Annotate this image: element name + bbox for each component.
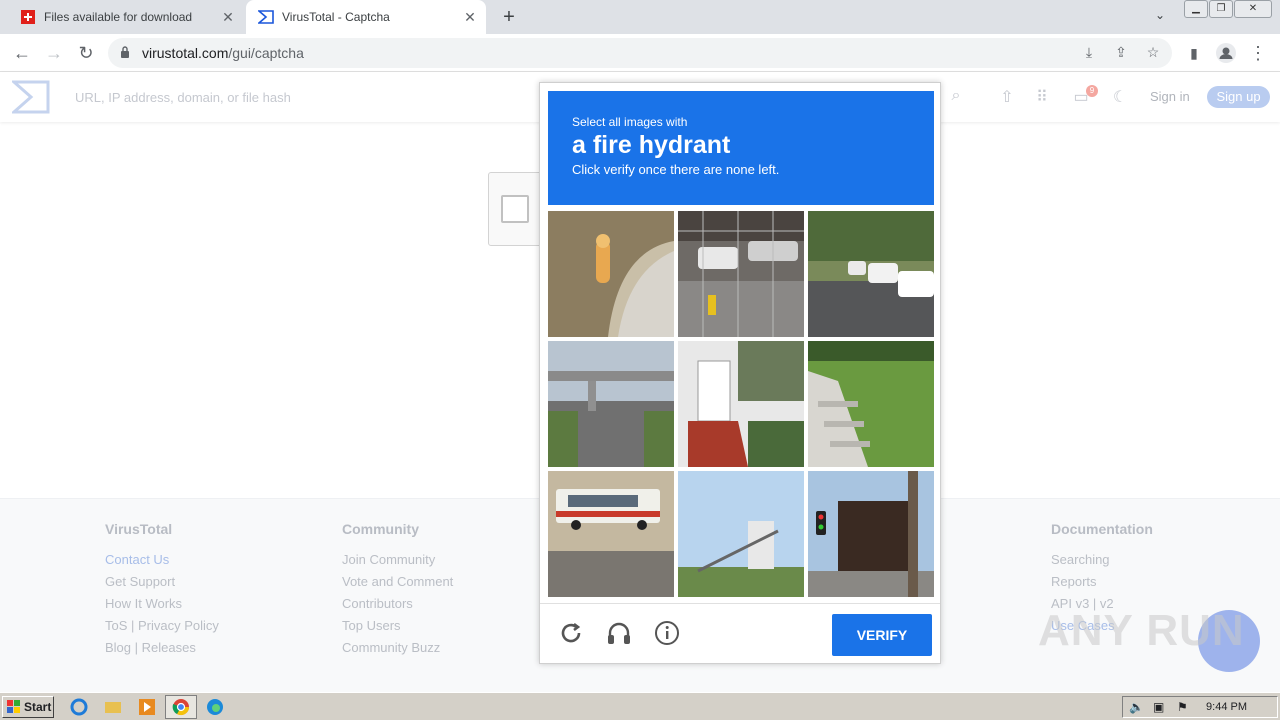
- search-input[interactable]: URL, IP address, domain, or file hash: [75, 90, 291, 105]
- edge-icon[interactable]: [206, 698, 224, 716]
- footer-link[interactable]: Searching: [1051, 549, 1153, 571]
- browser-toolbar: ← → ↻ virustotal.com/gui/captcha ⤓ ⇪ ☆ ▮…: [0, 34, 1280, 72]
- footer-link[interactable]: Join Community: [342, 549, 453, 571]
- sidepanel-icon[interactable]: ▮: [1182, 41, 1206, 65]
- recaptcha-checkbox-frame: [488, 172, 542, 246]
- tab-virustotal[interactable]: VirusTotal - Captcha ✕: [246, 0, 486, 34]
- close-window-button[interactable]: ✕: [1234, 0, 1272, 18]
- tab-strip: Files available for download ✕ VirusTota…: [0, 0, 1280, 34]
- start-label: Start: [24, 700, 52, 714]
- footer-link[interactable]: Top Users: [342, 615, 453, 637]
- captcha-tile-9[interactable]: [808, 471, 934, 597]
- swiss-flag-icon: [20, 9, 36, 25]
- footer-link[interactable]: Vote and Comment: [342, 571, 453, 593]
- footer-link[interactable]: Blog | Releases: [105, 637, 219, 659]
- profile-icon[interactable]: [1214, 41, 1238, 65]
- apps-grid-icon[interactable]: ⠿: [1032, 87, 1052, 107]
- share-icon[interactable]: ⇪: [1112, 44, 1130, 62]
- tile-image: [678, 341, 804, 467]
- media-player-icon[interactable]: [138, 698, 156, 716]
- captcha-tile-6[interactable]: [808, 341, 934, 467]
- tile-image: [808, 341, 934, 467]
- anyrun-watermark: ANY RUN: [1038, 606, 1245, 655]
- audio-challenge-icon[interactable]: [604, 618, 634, 648]
- start-button[interactable]: Start: [2, 696, 54, 718]
- captcha-tile-8[interactable]: [678, 471, 804, 597]
- chrome-icon: [172, 699, 190, 716]
- close-tab-icon[interactable]: ✕: [218, 9, 238, 26]
- volume-icon[interactable]: 🔈: [1129, 700, 1144, 714]
- footer-link[interactable]: ToS | Privacy Policy: [105, 615, 219, 637]
- system-tray: 🔈 ▣ ⚑ 9:44 PM: [1122, 696, 1278, 718]
- url-text: virustotal.com/gui/captcha: [142, 45, 304, 61]
- notification-badge: 9: [1086, 85, 1098, 97]
- tile-image: [808, 211, 934, 337]
- challenge-footer: VERIFY: [540, 603, 940, 663]
- tile-image: [548, 341, 674, 467]
- menu-dots-icon[interactable]: ⋮: [1246, 41, 1270, 65]
- challenge-header: Select all images with a fire hydrant Cl…: [548, 91, 934, 205]
- minimize-button[interactable]: ▁: [1184, 0, 1208, 18]
- footer-heading: VirusTotal: [105, 521, 173, 537]
- signup-button[interactable]: Sign up: [1207, 86, 1270, 108]
- footer-col-community: Community Join Community Vote and Commen…: [342, 521, 453, 659]
- network-icon[interactable]: ▣: [1153, 700, 1164, 714]
- footer-link[interactable]: How It Works: [105, 593, 219, 615]
- folder-icon[interactable]: [104, 698, 122, 716]
- tab-title: Files available for download: [44, 10, 193, 24]
- footer-link[interactable]: Get Support: [105, 571, 219, 593]
- back-arrow-icon[interactable]: ←: [10, 41, 34, 65]
- verify-button[interactable]: VERIFY: [832, 614, 932, 656]
- tile-image: [808, 471, 934, 597]
- tab-title: VirusTotal - Captcha: [282, 10, 390, 24]
- upload-icon[interactable]: ⇧: [997, 87, 1017, 107]
- flag-icon[interactable]: ⚑: [1177, 700, 1188, 714]
- install-icon[interactable]: ⤓: [1080, 44, 1098, 62]
- footer-heading: Community: [342, 521, 419, 537]
- captcha-tile-4[interactable]: [548, 341, 674, 467]
- footer-col-virustotal: VirusTotal Contact Us Get Support How It…: [105, 521, 219, 659]
- taskbar: Start 🔈 ▣ ⚑ 9:44 PM: [0, 692, 1280, 720]
- footer-link[interactable]: Contributors: [342, 593, 453, 615]
- challenge-instruction: Select all images with: [572, 115, 688, 129]
- captcha-tile-3[interactable]: [808, 211, 934, 337]
- virustotal-icon: [258, 9, 274, 25]
- forward-arrow-icon[interactable]: →: [42, 41, 66, 65]
- chrome-taskbar-button[interactable]: [165, 695, 197, 719]
- bookmark-star-icon[interactable]: ☆: [1144, 44, 1162, 62]
- captcha-tile-5[interactable]: [678, 341, 804, 467]
- ie-icon[interactable]: [70, 698, 88, 716]
- restore-button[interactable]: ❐: [1209, 0, 1233, 18]
- captcha-challenge: Select all images with a fire hydrant Cl…: [539, 82, 941, 664]
- captcha-tile-7[interactable]: [548, 471, 674, 597]
- info-icon[interactable]: [652, 618, 682, 648]
- captcha-tile-2[interactable]: [678, 211, 804, 337]
- chevron-down-icon[interactable]: ⌄: [1150, 8, 1170, 26]
- tile-image: [548, 211, 674, 337]
- challenge-target: a fire hydrant: [572, 131, 731, 159]
- tile-image: [548, 471, 674, 597]
- dark-mode-icon[interactable]: ☾: [1110, 87, 1130, 107]
- footer-link[interactable]: Contact Us: [105, 549, 219, 571]
- recaptcha-checkbox[interactable]: [501, 195, 529, 223]
- signin-link[interactable]: Sign in: [1150, 89, 1190, 104]
- footer-link[interactable]: Reports: [1051, 571, 1153, 593]
- new-tab-button[interactable]: +: [498, 6, 520, 28]
- captcha-tile-1[interactable]: [548, 211, 674, 337]
- windows-logo-icon: [7, 700, 20, 713]
- clock: 9:44 PM: [1206, 701, 1247, 713]
- tile-image: [678, 211, 804, 337]
- footer-heading: Documentation: [1051, 521, 1153, 537]
- challenge-hint: Click verify once there are none left.: [572, 162, 780, 177]
- close-tab-icon[interactable]: ✕: [460, 9, 480, 26]
- reload-icon[interactable]: ↻: [74, 41, 98, 65]
- reload-challenge-icon[interactable]: [556, 618, 586, 648]
- virustotal-logo[interactable]: [12, 80, 50, 114]
- address-bar[interactable]: virustotal.com/gui/captcha ⤓ ⇪ ☆: [108, 38, 1172, 68]
- lock-icon: [121, 46, 129, 58]
- tile-image: [678, 471, 804, 597]
- footer-link[interactable]: Community Buzz: [342, 637, 453, 659]
- search-icon[interactable]: ⌕: [946, 87, 966, 107]
- tab-files[interactable]: Files available for download ✕: [8, 0, 244, 34]
